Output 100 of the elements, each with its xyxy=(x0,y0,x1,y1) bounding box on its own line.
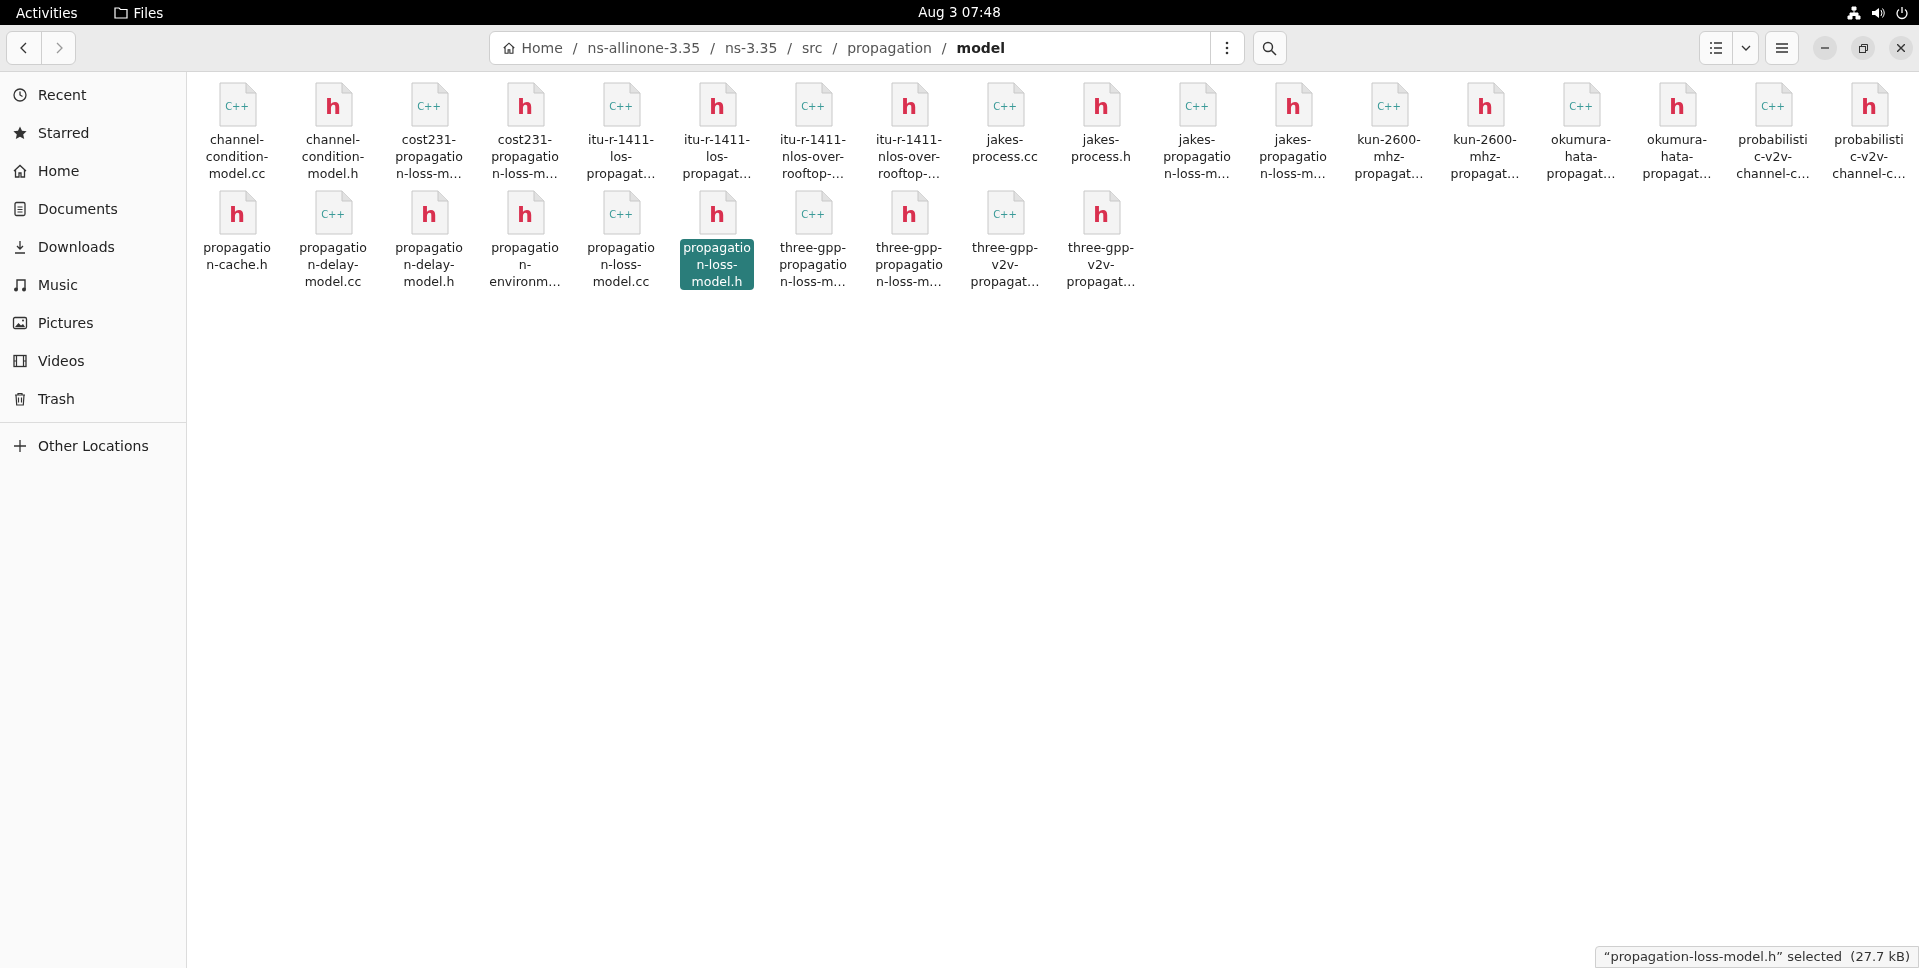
file-name[interactable]: propagatio n-loss- model.h xyxy=(680,239,754,290)
sidebar-item[interactable]: Downloads xyxy=(0,228,186,266)
file-name[interactable]: probabilisti c-v2v- channel-c… xyxy=(1829,131,1909,182)
menu-button[interactable] xyxy=(1765,31,1799,65)
file-name[interactable]: three-gpp- propagatio n-loss-m… xyxy=(776,239,850,290)
path-crumb[interactable]: Home xyxy=(497,40,567,56)
star-icon xyxy=(12,125,28,141)
sidebar-item[interactable]: Pictures xyxy=(0,304,186,342)
clock-icon xyxy=(12,87,28,103)
file-name[interactable]: jakes- process.h xyxy=(1068,131,1134,165)
network-icon[interactable] xyxy=(1847,5,1861,20)
minimize-button[interactable] xyxy=(1813,36,1837,60)
sidebar-item[interactable]: Trash xyxy=(0,380,186,418)
app-menu[interactable]: Files xyxy=(93,4,164,21)
more-icon xyxy=(1225,41,1229,55)
restore-icon xyxy=(1858,43,1868,53)
file-name[interactable]: propagatio n- environm… xyxy=(486,239,564,290)
file-name[interactable]: jakes- propagatio n-loss-m… xyxy=(1160,131,1234,182)
chevron-left-icon xyxy=(20,42,28,54)
search-icon xyxy=(1262,40,1277,56)
file-name[interactable]: okumura- hata- propagat… xyxy=(1543,131,1619,182)
folder-icon xyxy=(113,6,128,19)
picture-icon xyxy=(12,315,28,331)
trash-icon xyxy=(12,391,28,407)
source-file-icon: C++ xyxy=(601,190,641,236)
file-name[interactable]: kun-2600- mhz- propagat… xyxy=(1447,131,1523,182)
path-separator: / xyxy=(940,40,948,56)
source-file-icon: C++ xyxy=(985,82,1025,128)
source-file-icon: C++ xyxy=(217,82,257,128)
activities-button[interactable]: Activities xyxy=(0,4,94,21)
plus-icon xyxy=(12,438,28,454)
file-name[interactable]: itu-r-1411- nlos-over- rooftop-… xyxy=(873,131,945,182)
file-name[interactable]: jakes- process.cc xyxy=(969,131,1041,165)
header-file-icon: h xyxy=(409,190,449,236)
home-icon xyxy=(12,163,28,179)
sidebar-item[interactable]: Documents xyxy=(0,190,186,228)
path-crumb[interactable]: src xyxy=(798,40,827,56)
source-file-icon: C++ xyxy=(793,82,833,128)
file-name[interactable]: three-gpp- v2v- propagat… xyxy=(1063,239,1139,290)
source-file-icon: C++ xyxy=(1369,82,1409,128)
file-name[interactable]: propagatio n-delay- model.h xyxy=(392,239,466,290)
source-file-icon: C++ xyxy=(985,190,1025,236)
header-file-icon: h xyxy=(889,82,929,128)
sidebar-item[interactable]: Other Locations xyxy=(0,427,186,465)
menu-icon xyxy=(1776,43,1788,53)
close-button[interactable] xyxy=(1889,36,1913,60)
path-crumb[interactable]: model xyxy=(952,40,1010,56)
file-name[interactable]: okumura- hata- propagat… xyxy=(1639,131,1715,182)
header-file-icon: h xyxy=(217,190,257,236)
path-crumb[interactable]: ns-3.35 xyxy=(720,40,782,56)
header-file-icon: h xyxy=(1273,82,1313,128)
power-icon[interactable] xyxy=(1895,5,1909,20)
source-file-icon: C++ xyxy=(1561,82,1601,128)
path-crumb[interactable]: ns-allinone-3.35 xyxy=(583,40,705,56)
sidebar-item[interactable]: Home xyxy=(0,152,186,190)
file-name[interactable]: three-gpp- propagatio n-loss-m… xyxy=(872,239,946,290)
header-file-icon: h xyxy=(1657,82,1697,128)
volume-icon[interactable] xyxy=(1871,5,1885,20)
sidebar-item[interactable]: Music xyxy=(0,266,186,304)
status-bar: “propagation-loss-model.h” selected (27.7 kB) xyxy=(1594,946,1919,968)
file-name[interactable]: channel- condition- model.h xyxy=(298,131,368,182)
source-file-icon: C++ xyxy=(409,82,449,128)
file-name[interactable]: probabilisti c-v2v- channel-c… xyxy=(1733,131,1813,182)
source-file-icon: C++ xyxy=(793,190,833,236)
file-name[interactable]: propagatio n-loss- model.cc xyxy=(584,239,658,290)
path-separator: / xyxy=(831,40,839,56)
file-name[interactable]: jakes- propagatio n-loss-m… xyxy=(1256,131,1330,182)
source-file-icon: C++ xyxy=(1177,82,1217,128)
header-file-icon: h xyxy=(889,190,929,236)
header-file-icon: h xyxy=(697,82,737,128)
file-name[interactable]: channel- condition- model.cc xyxy=(202,131,272,182)
header-file-icon: h xyxy=(1465,82,1505,128)
path-crumb[interactable]: propagation xyxy=(843,40,936,56)
search-button[interactable] xyxy=(1252,31,1287,65)
file-name[interactable]: itu-r-1411- los- propagat… xyxy=(679,131,755,182)
source-file-icon: C++ xyxy=(601,82,641,128)
home-icon xyxy=(501,41,516,55)
file-name[interactable]: itu-r-1411- los- propagat… xyxy=(583,131,659,182)
header-file-icon: h xyxy=(313,82,353,128)
file-name[interactable]: cost231- propagatio n-loss-m… xyxy=(488,131,562,182)
path-separator: / xyxy=(786,40,793,56)
sidebar-item[interactable]: Videos xyxy=(0,342,186,380)
file-name[interactable]: three-gpp- v2v- propagat… xyxy=(967,239,1043,290)
music-note-icon xyxy=(12,277,28,293)
file-name[interactable]: itu-r-1411- nlos-over- rooftop-… xyxy=(777,131,849,182)
source-file-icon: C++ xyxy=(313,190,353,236)
file-name[interactable]: propagatio n-cache.h xyxy=(200,239,274,273)
sidebar-item[interactable]: Recent xyxy=(0,76,186,114)
caret-icon xyxy=(1740,45,1751,51)
document-icon xyxy=(12,201,28,217)
close-icon xyxy=(1897,44,1905,52)
sidebar-item[interactable]: Starred xyxy=(0,114,186,152)
download-icon xyxy=(12,239,28,255)
file-name[interactable]: kun-2600- mhz- propagat… xyxy=(1351,131,1427,182)
chevron-right-icon xyxy=(54,42,63,54)
file-name[interactable]: propagatio n-delay- model.cc xyxy=(296,239,370,290)
file-name[interactable]: cost231- propagatio n-loss-m… xyxy=(392,131,466,182)
maximize-button[interactable] xyxy=(1851,36,1875,60)
header-file-icon: h xyxy=(697,190,737,236)
clock[interactable]: Aug 3 07:48 xyxy=(918,4,1001,20)
